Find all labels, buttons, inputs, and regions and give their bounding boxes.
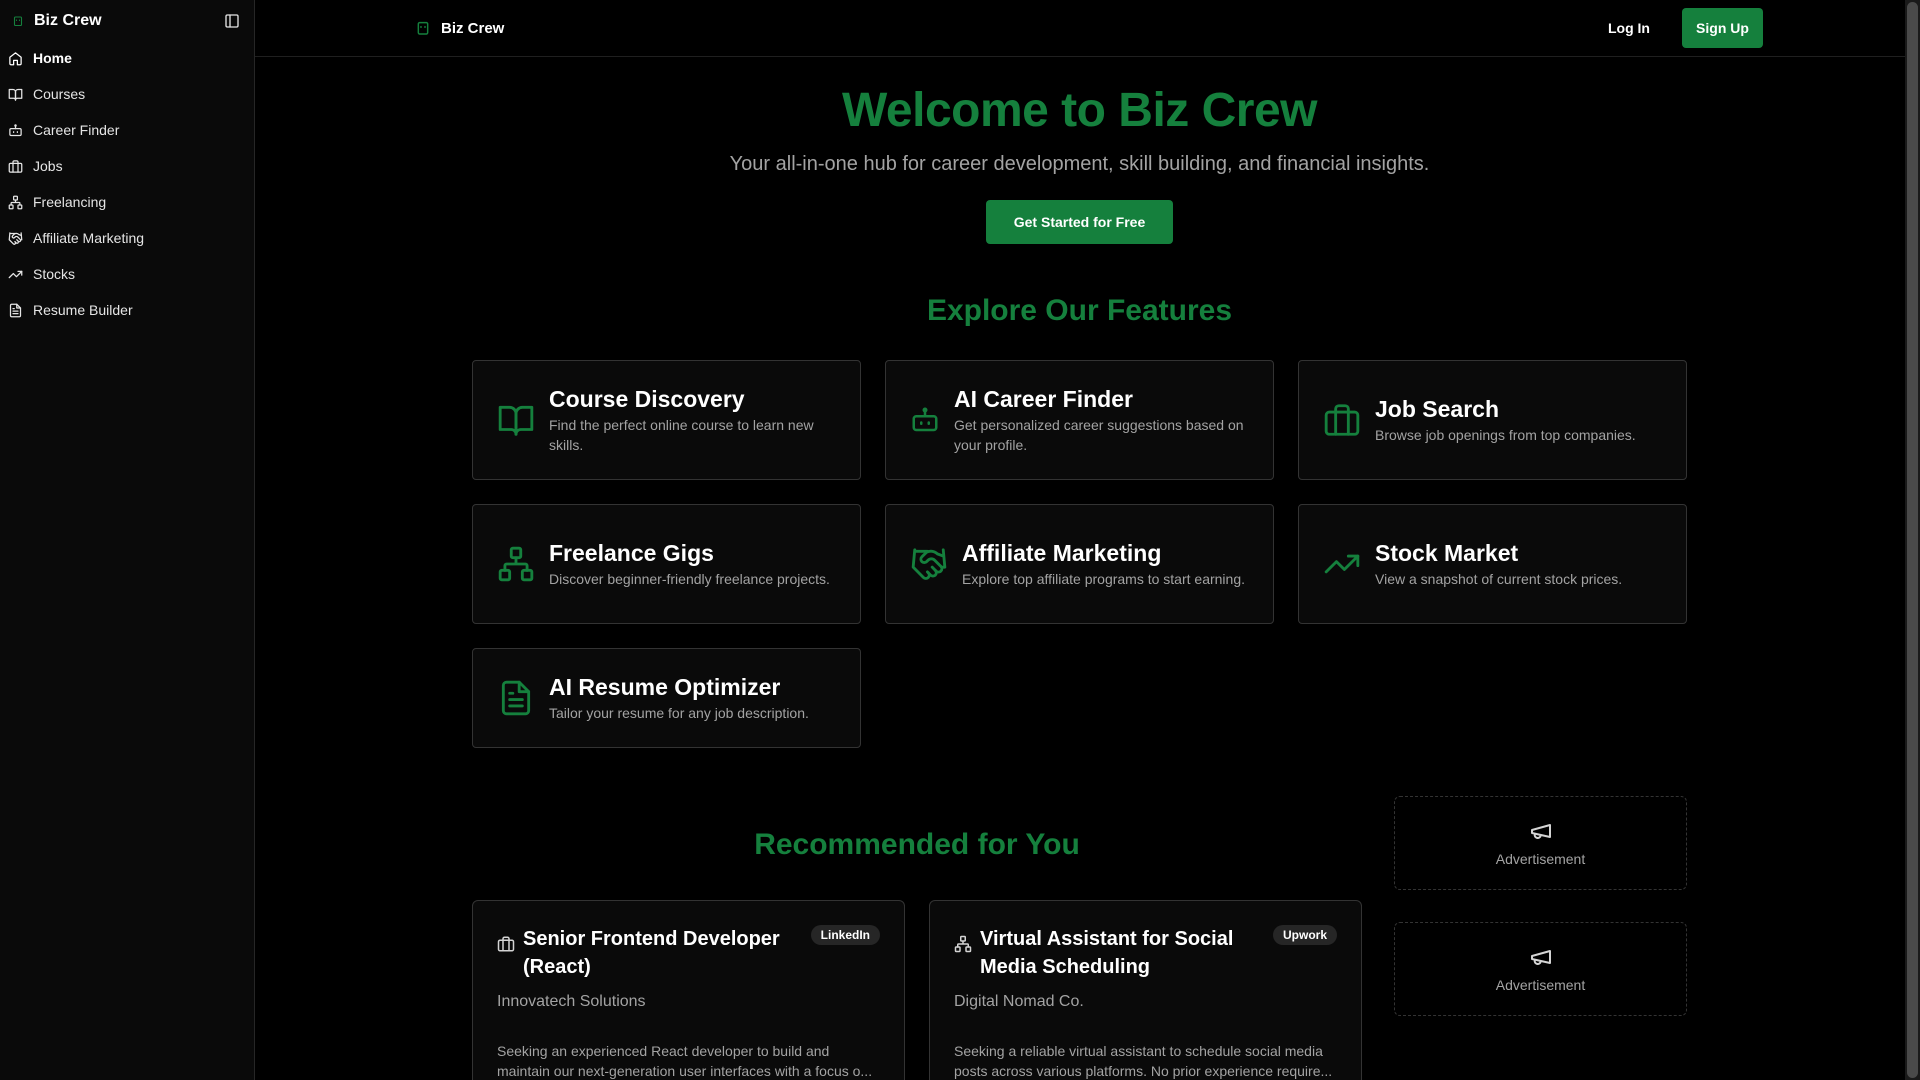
- sidebar-brand[interactable]: Biz Crew: [12, 12, 102, 30]
- feature-desc: Find the perfect online course to learn …: [549, 416, 814, 453]
- home-icon: [9, 51, 22, 65]
- feature-card-course-discovery[interactable]: Course Discovery Find the perfect online…: [472, 360, 861, 480]
- hero-section: Welcome to Biz Crew Your all-in-one hub …: [472, 57, 1687, 244]
- sidebar-item-courses[interactable]: Courses: [0, 76, 254, 112]
- scrollbar-thumb[interactable]: [1907, 2, 1918, 1078]
- feature-title: Freelance Gigs: [549, 539, 714, 566]
- job-description: Seeking an experienced React developer t…: [497, 1043, 873, 1079]
- hero-title: Welcome to Biz Crew: [841, 84, 1318, 137]
- header-brand-label: Biz Crew: [441, 19, 505, 37]
- network-icon: [954, 935, 972, 953]
- book-open-icon: [498, 405, 534, 436]
- feature-desc: View a snapshot of current stock prices.: [1375, 570, 1623, 587]
- header-actions: Log In Sign Up: [1592, 8, 1763, 48]
- advertisement-label: Advertisement: [1495, 851, 1586, 867]
- sidebar-item-label: Resume Builder: [33, 302, 133, 318]
- feature-desc: Get personalized career suggestions base…: [954, 416, 1244, 453]
- trending-up-icon: [8, 270, 23, 278]
- header-brand[interactable]: Biz Crew: [415, 19, 504, 37]
- feature-card-stock-market[interactable]: Stock Market View a snapshot of current …: [1298, 504, 1687, 624]
- job-list: Senior Frontend Developer (React) Linked…: [472, 900, 1362, 1080]
- handshake-icon: [911, 548, 947, 580]
- sidebar-brand-label: Biz Crew: [34, 12, 102, 29]
- get-started-button[interactable]: Get Started for Free: [986, 200, 1173, 244]
- ads-column: Advertisement Advertisement: [1394, 796, 1687, 1080]
- job-company: Innovatech Solutions: [497, 993, 646, 1010]
- sidebar-item-label: Career Finder: [33, 122, 120, 138]
- features-grid: Course Discovery Find the perfect online…: [472, 360, 1687, 748]
- job-title[interactable]: Virtual Assistant for Social Media Sched…: [980, 925, 1267, 981]
- signup-button[interactable]: Sign Up: [1682, 8, 1763, 48]
- sidebar-item-label: Courses: [33, 86, 86, 102]
- sidebar-item-stocks[interactable]: Stocks: [0, 256, 254, 292]
- job-card[interactable]: Senior Frontend Developer (React) Linked…: [472, 900, 905, 1080]
- sidebar-item-affiliate-marketing[interactable]: Affiliate Marketing: [0, 220, 254, 256]
- briefcase-icon: [8, 159, 23, 173]
- feature-card-affiliate-marketing[interactable]: Affiliate Marketing Explore top affiliat…: [885, 504, 1274, 624]
- job-card[interactable]: Virtual Assistant for Social Media Sched…: [929, 900, 1362, 1080]
- hero-subtitle: Your all-in-one hub for career developme…: [729, 153, 1430, 175]
- trending-up-icon: [1324, 554, 1360, 574]
- network-icon: [8, 195, 23, 209]
- sidebar-item-career-finder[interactable]: Career Finder: [0, 112, 254, 148]
- main-area: Biz Crew Log In Sign Up Welcome to Biz C…: [255, 0, 1920, 1080]
- sidebar-item-resume-builder[interactable]: Resume Builder: [0, 292, 254, 328]
- bot-icon: [417, 21, 429, 35]
- vertical-scrollbar[interactable]: [1905, 0, 1920, 1080]
- feature-title: Stock Market: [1375, 539, 1519, 566]
- feature-desc: Tailor your resume for any job descripti…: [549, 704, 809, 721]
- feature-title: Affiliate Marketing: [962, 539, 1162, 566]
- sidebar-item-label: Home: [33, 50, 72, 66]
- handshake-icon: [8, 231, 23, 245]
- network-icon: [498, 546, 534, 582]
- sidebar-header: Biz Crew: [0, 8, 254, 34]
- recommended-title: Recommended for You: [754, 828, 1080, 861]
- login-button[interactable]: Log In: [1592, 10, 1666, 46]
- feature-card-ai-resume-optimizer[interactable]: AI Resume Optimizer Tailor your resume f…: [472, 648, 861, 748]
- job-title[interactable]: Senior Frontend Developer (React): [523, 925, 810, 981]
- top-header: Biz Crew Log In Sign Up: [255, 0, 1920, 57]
- feature-desc: Browse job openings from top companies.: [1375, 426, 1636, 443]
- sidebar-item-label: Freelancing: [33, 194, 107, 210]
- feature-card-freelance-gigs[interactable]: Freelance Gigs Discover beginner-friendl…: [472, 504, 861, 624]
- book-open-icon: [8, 88, 23, 101]
- briefcase-icon: [1324, 404, 1360, 436]
- bot-icon: [912, 407, 938, 432]
- sidebar-item-label: Affiliate Marketing: [33, 230, 145, 246]
- recommended-section: Recommended for You Senior Frontend Deve…: [472, 796, 1362, 1080]
- bot-icon: [9, 123, 22, 136]
- file-text-icon: [501, 680, 531, 716]
- feature-card-job-search[interactable]: Job Search Browse job openings from top …: [1298, 360, 1687, 480]
- job-source-badge: Upwork: [1272, 925, 1337, 945]
- bot-icon: [13, 16, 23, 27]
- feature-desc: Discover beginner-friendly freelance pro…: [549, 570, 830, 587]
- sidebar-nav: Home Courses Career Finder Jobs Freelanc…: [0, 40, 254, 328]
- feature-desc: Explore top affiliate programs to start …: [962, 570, 1246, 587]
- features-title: Explore Our Features: [926, 294, 1233, 327]
- lower-section: Recommended for You Senior Frontend Deve…: [472, 796, 1687, 1080]
- job-source-badge: LinkedIn: [810, 925, 880, 945]
- sidebar-item-freelancing[interactable]: Freelancing: [0, 184, 254, 220]
- sidebar-item-label: Jobs: [33, 158, 63, 174]
- sidebar-item-home[interactable]: Home: [0, 40, 254, 76]
- megaphone-icon: [1530, 950, 1551, 965]
- feature-title: Course Discovery: [549, 385, 745, 412]
- sidebar-item-jobs[interactable]: Jobs: [0, 148, 254, 184]
- job-company: Digital Nomad Co.: [954, 993, 1084, 1010]
- job-description: Seeking a reliable virtual assistant to …: [954, 1043, 1333, 1079]
- advertisement-slot[interactable]: Advertisement: [1394, 796, 1687, 890]
- advertisement-slot[interactable]: Advertisement: [1394, 922, 1687, 1016]
- page-content: Welcome to Biz Crew Your all-in-one hub …: [472, 57, 1687, 1080]
- briefcase-icon: [497, 936, 515, 952]
- file-text-icon: [9, 303, 22, 317]
- panel-left-icon[interactable]: [224, 13, 240, 29]
- feature-title: AI Resume Optimizer: [549, 673, 781, 700]
- megaphone-icon: [1530, 824, 1551, 839]
- sidebar: Biz Crew Home Courses Career Finder Jobs: [0, 0, 255, 1080]
- advertisement-label: Advertisement: [1495, 977, 1586, 993]
- sidebar-item-label: Stocks: [33, 266, 76, 282]
- feature-title: AI Career Finder: [954, 385, 1133, 412]
- feature-card-ai-career-finder[interactable]: AI Career Finder Get personalized career…: [885, 360, 1274, 480]
- feature-title: Job Search: [1375, 395, 1499, 422]
